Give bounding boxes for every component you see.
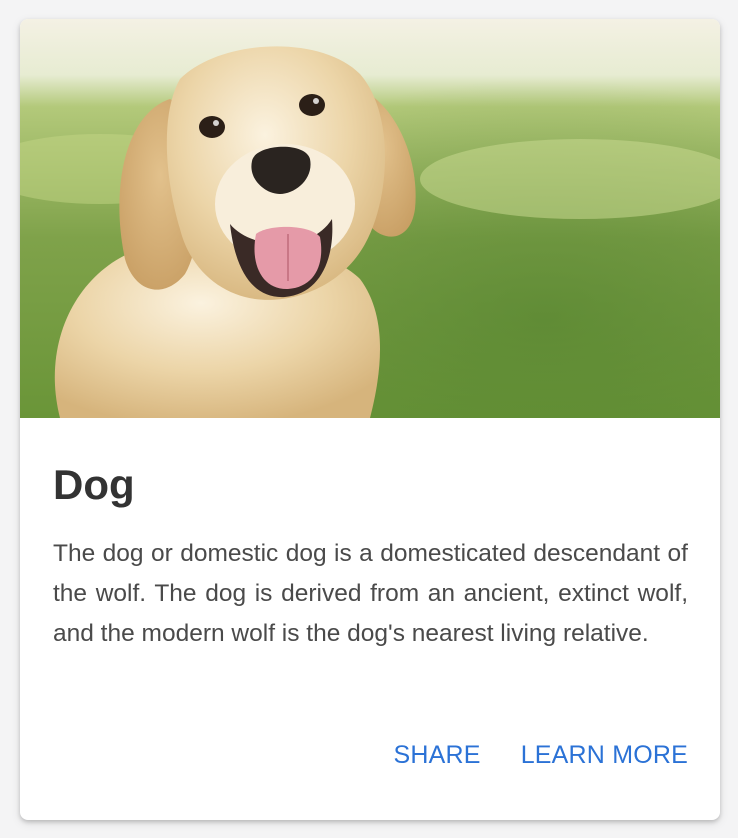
dog-card: Dog The dog or domestic dog is a domesti… xyxy=(20,19,720,820)
card-actions: SHARE LEARN MORE xyxy=(394,737,688,773)
card-description: The dog or domestic dog is a domesticate… xyxy=(53,540,688,647)
learn-more-button[interactable]: LEARN MORE xyxy=(521,737,688,773)
dog-photo xyxy=(20,19,720,418)
card-title: Dog xyxy=(53,461,135,508)
share-button[interactable]: SHARE xyxy=(394,737,481,773)
